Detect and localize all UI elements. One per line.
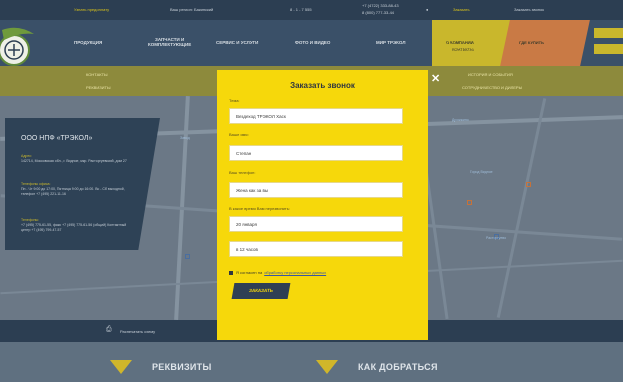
subnav-partners[interactable]: СОТРУДНИЧЕСТВО И ДИЛЕРЫ (462, 85, 522, 90)
privacy-link[interactable]: обработку персональных данных (264, 270, 326, 275)
print-map-link[interactable]: Распечатать схему (120, 329, 155, 334)
region-link[interactable]: Узнать предоплату (74, 7, 109, 12)
office-phone-label: Телефоны офиса: (21, 182, 51, 186)
phone-input[interactable] (229, 182, 403, 198)
phone-free: 8 (800) 777-33-44 (362, 10, 395, 15)
map-marker[interactable] (185, 254, 190, 259)
print-icon[interactable]: ⎙ (106, 326, 112, 334)
name-label: Ваше имя: (229, 132, 249, 137)
topic-input[interactable] (229, 108, 403, 124)
close-icon[interactable]: ✕ (431, 72, 440, 85)
company-logo[interactable] (0, 20, 36, 72)
consent-text: Я согласен на (236, 270, 263, 275)
main-nav: ПРОДУКЦИЯ ЗАПЧАСТИ И КОМПЛЕКТУЮЩИЕ СЕРВИ… (0, 20, 623, 66)
time-label: В какое время Вам перезвонить: (229, 206, 290, 211)
subnav-history[interactable]: ИСТОРИЯ И СОБЫТИЯ (468, 72, 513, 77)
submit-button[interactable]: ЗАКАЗАТЬ (231, 283, 291, 299)
nav-parts[interactable]: ЗАПЧАСТИ И КОМПЛЕКТУЮЩИЕ (148, 37, 191, 47)
map-label: Расторгуево (486, 236, 507, 240)
chevron-down-icon (110, 360, 132, 374)
company-name: ООО НПФ «ТРЭКОЛ» (21, 135, 93, 142)
requisites-label: РЕКВИЗИТЫ (152, 362, 212, 372)
subnav-requisites[interactable]: РЕКВИЗИТЫ (86, 85, 110, 90)
side-button-bottom[interactable] (594, 44, 623, 54)
nav-media[interactable]: ФОТО И ВИДЕО (295, 40, 330, 45)
phone-label: Ваш телефон: (229, 170, 256, 175)
map-label: Завод (180, 136, 190, 140)
nav-about-label: О КОМПАНИИ (445, 40, 475, 45)
map-label: Дрожжино (452, 118, 469, 122)
user-icon[interactable]: ● (426, 7, 428, 12)
map-label: Город Видное (470, 170, 493, 174)
topic-label: Тема: (229, 98, 240, 103)
consent-checkbox[interactable]: Я согласен на обработку персональных дан… (229, 270, 326, 275)
company-info-panel: ООО НПФ «ТРЭКОЛ» Адрес: 142714, Московск… (5, 118, 160, 250)
time-input[interactable] (229, 241, 403, 257)
side-button-top[interactable] (594, 28, 623, 38)
nav-where-buy-label: ГДЕ КУПИТЬ (519, 40, 545, 45)
order-link[interactable]: Заказать (453, 7, 470, 12)
modal-title: Заказать звонок (290, 81, 355, 90)
nav-world[interactable]: МИР ТРЭКОЛ (376, 40, 405, 45)
checkbox-checked-icon[interactable] (229, 270, 233, 275)
directions-button[interactable]: КАК ДОБРАТЬСЯ (316, 360, 438, 374)
map-marker[interactable] (526, 182, 531, 187)
top-bar: Узнать предоплату Ваш регион: Бакинский … (0, 0, 623, 20)
nav-service[interactable]: СЕРВИС И УСЛУГИ (216, 40, 258, 45)
date-input[interactable] (229, 216, 403, 232)
address-text: 142714, Московская обл., г. Видное, мкр.… (21, 159, 127, 163)
chevron-down-icon (316, 360, 338, 374)
footer: РЕКВИЗИТЫ КАК ДОБРАТЬСЯ (0, 342, 623, 382)
sales-phone-text: +7 (495) 775-61-55, факс +7 (495) 775-61… (21, 223, 127, 232)
address-label: Адрес: (21, 154, 32, 158)
nav-about-sub: КОНТАКТЫ (451, 47, 475, 52)
map-marker[interactable] (467, 200, 472, 205)
nav-about-tab[interactable]: О КОМПАНИИ КОНТАКТЫ (432, 20, 512, 66)
callback-modal: Заказать звонок Тема: Ваше имя: Ваш теле… (217, 70, 428, 340)
office-phone-text: Пн - Чт 9:00 до 17:00, Пятница 9:00 до 1… (21, 187, 125, 196)
sales-phone-label: Телефоны: (21, 218, 40, 222)
region-selector[interactable]: Ваш регион: Бакинский (170, 7, 213, 12)
nav-where-buy-tab[interactable]: ГДЕ КУПИТЬ (500, 20, 590, 66)
callback-link[interactable]: Заказать звонок (514, 7, 544, 12)
requisites-button[interactable]: РЕКВИЗИТЫ (110, 360, 212, 374)
nav-products[interactable]: ПРОДУКЦИЯ (74, 40, 102, 45)
name-input[interactable] (229, 145, 403, 161)
directions-label: КАК ДОБРАТЬСЯ (358, 362, 438, 372)
phone-short: 8 ‑ 1 - 7 555 (290, 7, 312, 12)
phone-main: +7 (4722) 333-88-43 (362, 3, 399, 8)
subnav-contacts[interactable]: КОНТАКТЫ (86, 72, 108, 77)
